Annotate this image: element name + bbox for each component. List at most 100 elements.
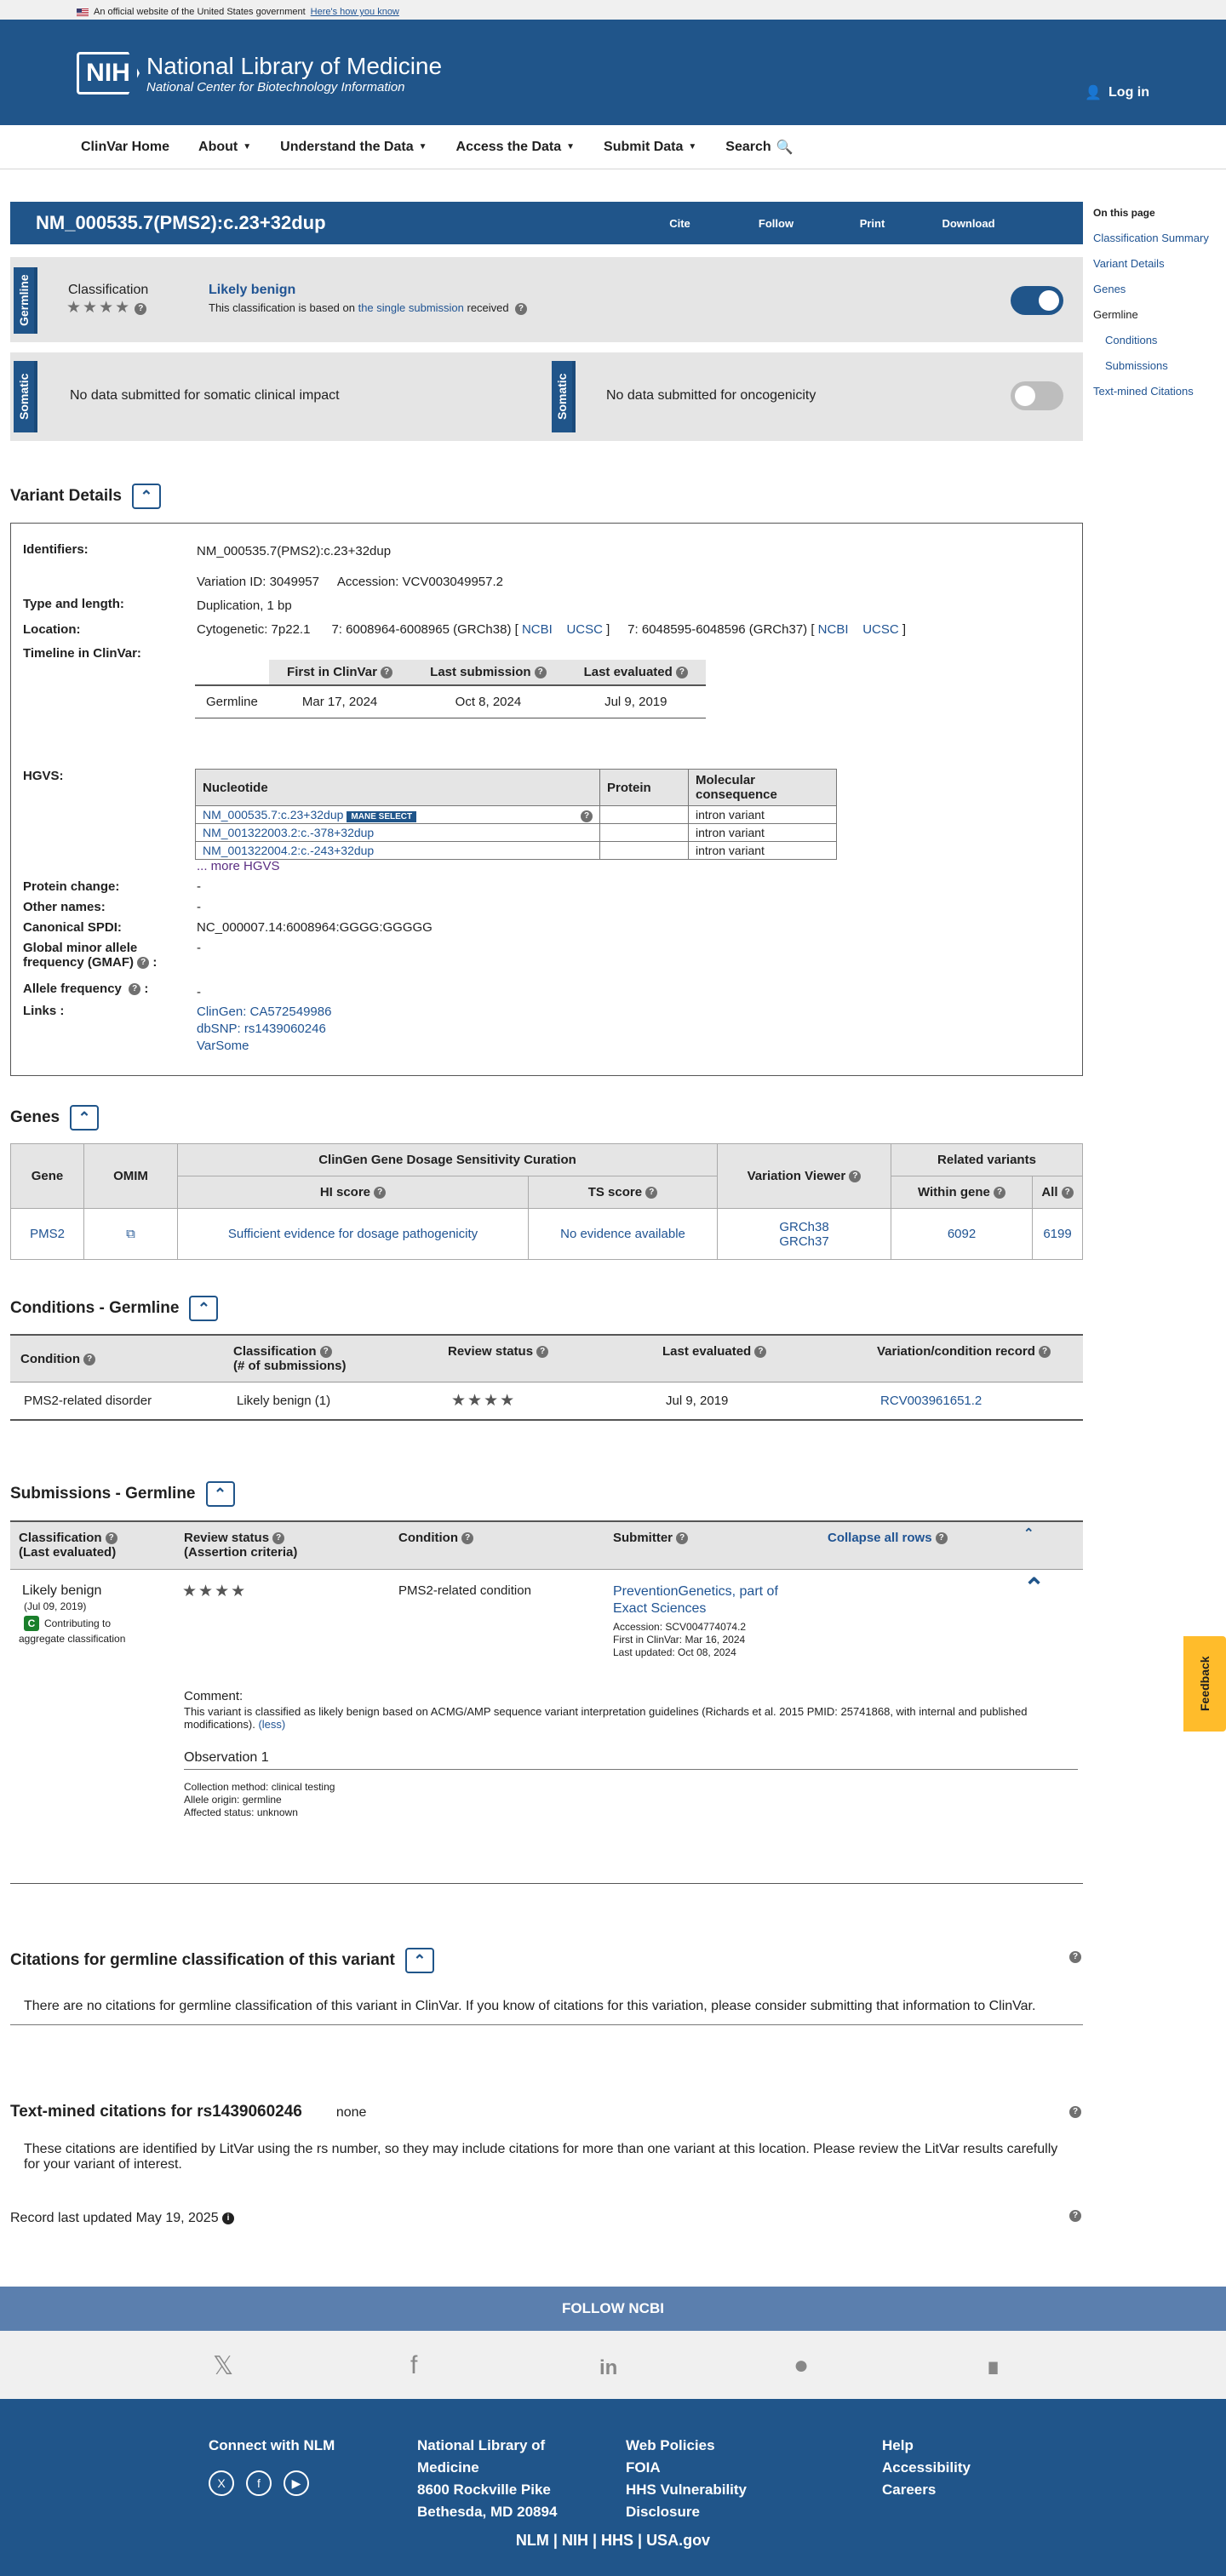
social-bar: 𝕏 f in ● ∎ — [0, 2331, 1226, 2399]
youtube-icon[interactable]: ▶ — [284, 2470, 309, 2496]
less-link[interactable]: (less) — [258, 1718, 285, 1731]
dbsnp-link[interactable]: dbSNP: rs1439060246 — [197, 1022, 326, 1036]
somatic-summary: Somatic No data submitted for somatic cl… — [10, 352, 1083, 441]
feedback-button[interactable]: Feedback — [1183, 1636, 1226, 1732]
download-button[interactable]: Download — [920, 217, 1017, 230]
connect-with-nlm: Connect with NLM — [209, 2437, 335, 2453]
chevron-down-icon: ▼ — [566, 142, 576, 152]
toc-genes[interactable]: Genes — [1093, 283, 1126, 295]
submitter-link[interactable]: PreventionGenetics, part of — [613, 1584, 778, 1599]
somatic-clinical-text: No data submitted for somatic clinical i… — [70, 388, 340, 403]
toc-text-mined[interactable]: Text-mined Citations — [1093, 385, 1194, 398]
facebook-icon[interactable]: f — [410, 2351, 417, 2380]
print-button[interactable]: Print — [824, 217, 920, 230]
follow-button[interactable]: Follow — [728, 217, 824, 230]
clingen-link[interactable]: ClinGen: CA572549986 — [197, 1005, 331, 1019]
review-stars: ★★★★ — [451, 1392, 517, 1410]
grch37-viewer-link[interactable]: GRCh37 — [779, 1234, 828, 1249]
gene-link[interactable]: PMS2 — [10, 1208, 84, 1260]
x-twitter-icon[interactable]: 𝕏 — [213, 2351, 233, 2381]
hgvs-link[interactable]: NM_001322003.2:c.-378+32dup — [203, 826, 374, 839]
record-updated: Record last updated May 19, 2025 i — [10, 2211, 235, 2226]
nav-access[interactable]: Access the Data ▼ — [456, 140, 576, 155]
page-title: NM_000535.7(PMS2):c.23+32dup — [36, 212, 326, 233]
oncogenicity-text: No data submitted for oncogenicity — [606, 388, 816, 403]
external-link-icon[interactable]: ⧉ — [83, 1208, 178, 1260]
gov-banner: An official website of the United States… — [0, 0, 1226, 20]
genes-table: Gene OMIM ClinGen Gene Dosage Sensitivity … — [10, 1143, 1083, 1260]
variant-details-box: Identifiers: NM_000535.7(PMS2):c.23+32du… — [10, 523, 1083, 1076]
conditions-table: Condition ? Classification ? (# of submiss… — [10, 1334, 1083, 1421]
collapse-all-button[interactable]: Collapse all rows ? — [828, 1531, 948, 1545]
hgvs-link[interactable]: NM_001322004.2:c.-243+32dup — [203, 844, 374, 857]
ucsc-link-37[interactable]: UCSC — [862, 622, 899, 637]
accession: Accession: VCV003049957.2 — [336, 575, 503, 589]
toc-variant-details[interactable]: Variant Details — [1093, 257, 1165, 270]
germline-toggle[interactable] — [1011, 286, 1063, 315]
nlm-logo[interactable]: NIH National Library of Medicine Nationa… — [77, 52, 442, 94]
citations-text: There are no citations for germline clas… — [10, 1992, 1083, 2025]
footer-links: NLM | NIH | HHS | USA.gov — [515, 2532, 711, 2549]
nav-about[interactable]: About ▼ — [198, 140, 251, 155]
github-icon[interactable]: ● — [793, 2351, 809, 2380]
on-this-page: On this page Classification Summary Vari… — [1093, 200, 1226, 404]
help-icon[interactable]: ? — [1069, 1951, 1081, 1963]
classification-value: Likely benign — [209, 283, 296, 297]
chevron-up-icon[interactable]: ⌃ — [1023, 1526, 1034, 1541]
chevron-up-icon[interactable]: ⌃ — [1023, 1573, 1045, 1603]
hgvs-link[interactable]: NM_000535.7:c.23+32dup — [203, 808, 343, 821]
rss-icon[interactable]: ∎ — [985, 2351, 1001, 2381]
toc-classification-summary[interactable]: Classification Summary — [1093, 232, 1209, 244]
review-stars: ★★★★ — [182, 1583, 248, 1600]
nav-search[interactable]: Search 🔍 — [725, 139, 793, 156]
toc-conditions[interactable]: Conditions — [1105, 334, 1157, 346]
nih-logo-icon: NIH — [77, 52, 140, 94]
nav-clinvar-home[interactable]: ClinVar Home — [81, 140, 169, 155]
toc-submissions[interactable]: Submissions — [1105, 359, 1168, 372]
help-icon[interactable]: ? — [135, 303, 147, 316]
nlm-footer: Connect with NLM X f ▶ National Library … — [0, 2399, 1226, 2576]
site-title: National Library of Medicine — [146, 52, 443, 79]
classification-label: Classification — [68, 283, 149, 297]
review-stars: ★★★★ — [66, 299, 132, 317]
help-icon[interactable]: ? — [1069, 2106, 1081, 2118]
gov-banner-text: An official website of the United States… — [94, 7, 306, 17]
facebook-icon[interactable]: f — [246, 2470, 272, 2496]
identifier: NM_000535.7(PMS2):c.23+32dup — [197, 544, 392, 558]
hgvs-table: Nucleotide Protein Molecular consequence N… — [195, 769, 837, 860]
help-icon[interactable]: ? — [1069, 2210, 1081, 2222]
hi-score-link[interactable]: Sufficient evidence for dosage pathogeni… — [177, 1208, 529, 1260]
ucsc-link-38[interactable]: UCSC — [566, 622, 603, 637]
site-header: NIH National Library of Medicine Nationa… — [0, 20, 1226, 125]
chevron-up-icon[interactable]: ⌃ — [70, 1105, 100, 1131]
heres-how-link[interactable]: Here's how you know — [311, 7, 399, 17]
linkedin-icon[interactable]: in — [599, 2356, 617, 2380]
varsome-link[interactable]: VarSome — [197, 1039, 249, 1053]
help-icon[interactable]: ? — [514, 302, 527, 315]
more-hgvs-link[interactable]: ... more HGVS — [197, 859, 280, 873]
grch38-viewer-link[interactable]: GRCh38 — [779, 1220, 828, 1234]
textmined-heading: Text-mined citations for rs1439060246 non… — [10, 2103, 367, 2121]
submission-classification: Likely benign — [22, 1583, 102, 1598]
somatic-tag: Somatic — [14, 361, 37, 432]
chevron-up-icon[interactable]: ⌃ — [404, 1948, 434, 1973]
x-twitter-icon[interactable]: X — [209, 2470, 234, 2496]
chevron-up-icon[interactable]: ⌃ — [131, 484, 161, 509]
all-variants-link[interactable]: 6199 — [1032, 1208, 1083, 1260]
single-submission-link[interactable]: the single submission — [358, 301, 464, 314]
variant-title-bar: NM_000535.7(PMS2):c.23+32dup Cite Follow… — [10, 202, 1083, 244]
login-button[interactable]: 👤 Log in — [1085, 84, 1149, 101]
ncbi-link-38[interactable]: NCBI — [522, 622, 553, 637]
ncbi-link-37[interactable]: NCBI — [818, 622, 849, 637]
nav-submit[interactable]: Submit Data ▼ — [604, 140, 696, 155]
nav-understand[interactable]: Understand the Data ▼ — [280, 140, 427, 155]
chevron-up-icon[interactable]: ⌃ — [189, 1296, 219, 1321]
rcv-link[interactable]: RCV003961651.2 — [880, 1394, 982, 1408]
ts-score-link[interactable]: No evidence available — [528, 1208, 718, 1260]
somatic-toggle[interactable] — [1011, 381, 1063, 410]
genes-heading: Genes ⌃ — [10, 1105, 100, 1131]
cite-button[interactable]: Cite — [632, 217, 728, 230]
main-nav: ClinVar Home About ▼ Understand the Data ▼… — [0, 125, 1226, 169]
chevron-up-icon[interactable]: ⌃ — [205, 1481, 235, 1507]
within-gene-link[interactable]: 6092 — [891, 1208, 1033, 1260]
